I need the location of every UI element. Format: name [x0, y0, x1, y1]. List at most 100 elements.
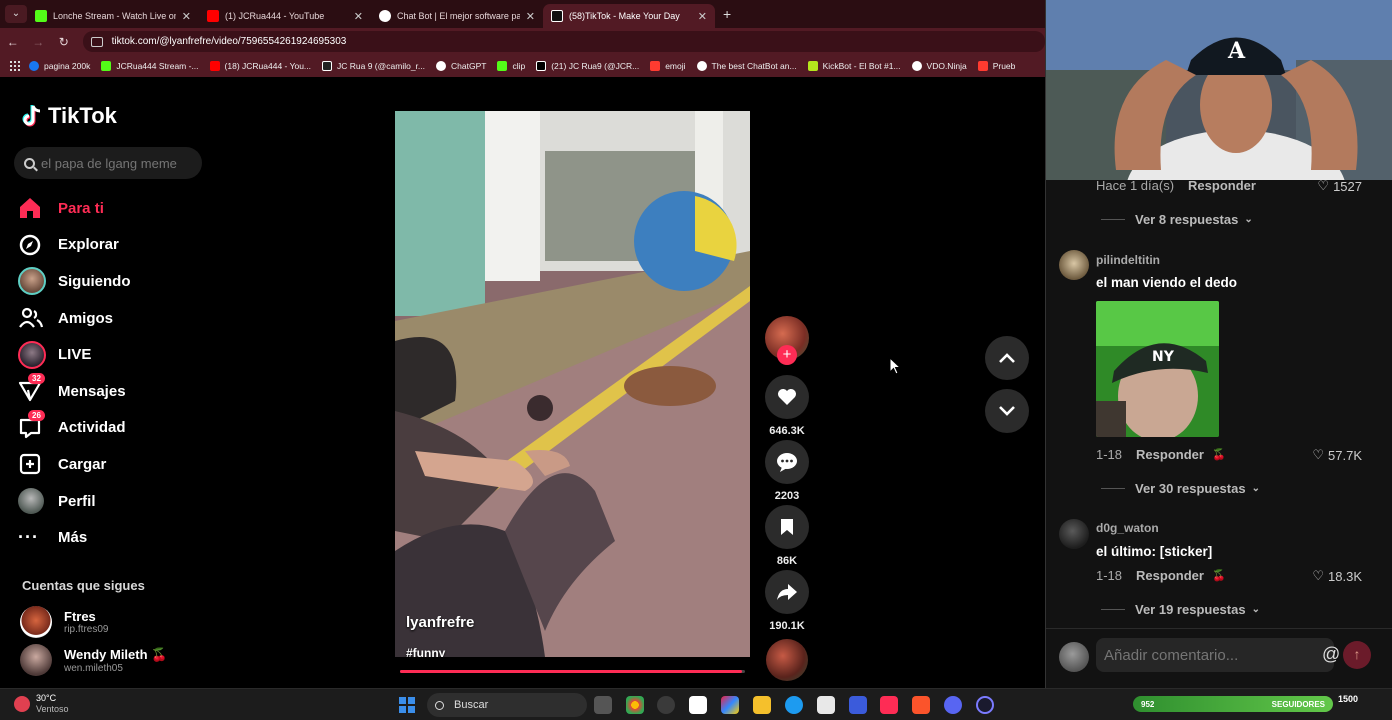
apps-grid-icon[interactable]	[10, 61, 20, 71]
nav-item-amigos[interactable]: Amigos	[18, 300, 208, 337]
tab-chatbot[interactable]: Chat Bot | El mejor software pa ✕	[371, 4, 543, 28]
new-tab-button[interactable]: +	[723, 6, 731, 22]
bookmark[interactable]: (21) JC Rua9 (@JCR...	[536, 61, 639, 71]
send-comment-button[interactable]: ↑	[1343, 641, 1371, 669]
svg-text:A: A	[1227, 38, 1246, 64]
tab-search-chevron-icon[interactable]: ⌄	[5, 5, 27, 23]
nav-item-perfil[interactable]: Perfil	[18, 483, 208, 520]
bookmark[interactable]: JCRua444 Stream -...	[101, 61, 199, 71]
comment-input-box[interactable]: @	[1096, 638, 1370, 672]
youtube-icon	[209, 61, 220, 71]
reply-button[interactable]: Responder	[1136, 568, 1204, 583]
view-replies-button[interactable]: Ver 8 respuestas ⌄	[1101, 212, 1253, 227]
save-button[interactable]	[765, 505, 809, 549]
bookmark[interactable]: (18) JCRua444 - You...	[209, 61, 311, 71]
close-tab-icon[interactable]: ✕	[354, 10, 363, 23]
site-info-icon[interactable]	[90, 36, 103, 47]
edge-icon[interactable]	[785, 696, 803, 714]
nav-item-siguiendo[interactable]: Siguiendo	[18, 263, 208, 300]
previous-video-button[interactable]	[985, 336, 1029, 380]
copilot-icon[interactable]	[721, 696, 739, 714]
reply-button[interactable]: Responder	[1188, 178, 1256, 193]
comment-input[interactable]	[1104, 646, 1272, 664]
video-player[interactable]: lyanfrefre #funny	[395, 111, 750, 657]
reply-button[interactable]: Responder	[1136, 447, 1204, 462]
windows-start-icon[interactable]	[399, 697, 415, 713]
app-icon[interactable]	[976, 696, 994, 714]
close-tab-icon[interactable]: ✕	[698, 10, 707, 23]
bookmark[interactable]: JC Rua 9 (@camilo_r...	[322, 61, 425, 71]
search-input[interactable]	[41, 155, 191, 171]
messages-badge: 32	[28, 373, 45, 385]
logo-text: TikTok	[48, 103, 117, 128]
bookmark[interactable]: The best ChatBot an...	[696, 61, 797, 71]
bookmark[interactable]: Prueb	[977, 61, 1015, 71]
chrome-icon[interactable]	[626, 696, 644, 714]
video-progress-bar[interactable]	[400, 670, 745, 673]
comment-like[interactable]: ♡ 57.7K	[1312, 447, 1362, 463]
follow-plus-icon[interactable]: +	[777, 345, 797, 365]
forward-icon[interactable]: →	[26, 35, 52, 49]
nav-item-para-ti[interactable]: Para ti	[18, 190, 208, 227]
app-icon[interactable]	[849, 696, 867, 714]
comment-text: el último: [sticker]	[1096, 544, 1213, 559]
taskbar-search[interactable]: Buscar	[427, 693, 587, 717]
task-view-icon[interactable]	[594, 696, 612, 714]
bookmark[interactable]: ChatGPT	[436, 61, 486, 71]
video-author[interactable]: lyanfrefre	[406, 614, 474, 631]
tab-tiktok[interactable]: (58)TikTok - Make Your Day ✕	[543, 4, 715, 28]
weather-widget[interactable]: 30°C Ventoso	[14, 693, 69, 715]
bookmark[interactable]: pagina 200k	[29, 61, 90, 71]
file-explorer-icon[interactable]	[753, 696, 771, 714]
heart-outline-icon: ♡	[1317, 178, 1330, 193]
capcut-icon[interactable]	[689, 696, 707, 714]
comment-avatar[interactable]	[1059, 250, 1089, 280]
comment-like[interactable]: ♡ 18.3K	[1312, 568, 1362, 584]
comment-username[interactable]: pilindeltitin	[1096, 253, 1160, 267]
bookmark[interactable]: KickBot - El Bot #1...	[807, 61, 901, 71]
tiktok-live-icon[interactable]	[880, 696, 898, 714]
url-field[interactable]: tiktok.com/@lyanfrefre/video/75965542619…	[82, 31, 1045, 52]
nav-item-mas[interactable]: ··· Más	[18, 519, 208, 556]
nav-item-mensajes[interactable]: 32 Mensajes	[18, 373, 208, 410]
mention-icon[interactable]: @	[1322, 644, 1340, 665]
obs-icon[interactable]	[657, 696, 675, 714]
share-icon	[777, 584, 797, 600]
discord-icon[interactable]	[944, 696, 962, 714]
save-count: 86K	[776, 555, 798, 567]
comment-like[interactable]: ♡ 1527	[1317, 178, 1362, 194]
following-account[interactable]: Ftres rip.ftres09	[20, 606, 108, 638]
system-tray[interactable]: 1500	[1338, 695, 1358, 704]
video-hashtag[interactable]: #funny	[406, 646, 445, 657]
view-replies-button[interactable]: Ver 30 respuestas ⌄	[1101, 481, 1260, 496]
next-creator-avatar[interactable]	[766, 639, 808, 681]
nav-item-live[interactable]: LIVE	[18, 336, 208, 373]
close-tab-icon[interactable]: ✕	[526, 10, 535, 23]
tab-kick[interactable]: Lonche Stream - Watch Live on ✕	[27, 4, 199, 28]
share-button[interactable]	[765, 570, 809, 614]
like-button[interactable]	[765, 375, 809, 419]
bookmark[interactable]: emoji	[650, 61, 686, 71]
comment-button[interactable]	[765, 440, 809, 484]
tiktok-logo[interactable]: TikTok	[22, 103, 117, 129]
brave-icon[interactable]	[912, 696, 930, 714]
bookmark[interactable]: clip	[497, 61, 525, 71]
nav-item-explorar[interactable]: Explorar	[18, 227, 208, 264]
search-box[interactable]	[14, 147, 202, 179]
nav-item-cargar[interactable]: Cargar	[18, 446, 208, 483]
back-icon[interactable]: ←	[0, 35, 26, 49]
tab-youtube[interactable]: (1) JCRua444 - YouTube ✕	[199, 4, 371, 28]
comment-like-count: 18.3K	[1328, 568, 1362, 584]
comment-sticker-image[interactable]: NY	[1096, 301, 1219, 437]
next-video-button[interactable]	[985, 389, 1029, 433]
view-replies-button[interactable]: Ver 19 respuestas ⌄	[1101, 602, 1260, 617]
reload-icon[interactable]: ↻	[51, 35, 77, 49]
bookmark[interactable]: VDO.Ninja	[911, 61, 967, 71]
close-tab-icon[interactable]: ✕	[182, 10, 191, 23]
comment-username[interactable]: d0g_waton	[1096, 521, 1159, 535]
comment-avatar[interactable]	[1059, 519, 1089, 549]
search-icon	[24, 157, 35, 169]
store-icon[interactable]	[817, 696, 835, 714]
nav-item-actividad[interactable]: 26 Actividad	[18, 409, 208, 447]
following-account[interactable]: Wendy Mileth 🍒 wen.mileth05	[20, 644, 167, 676]
